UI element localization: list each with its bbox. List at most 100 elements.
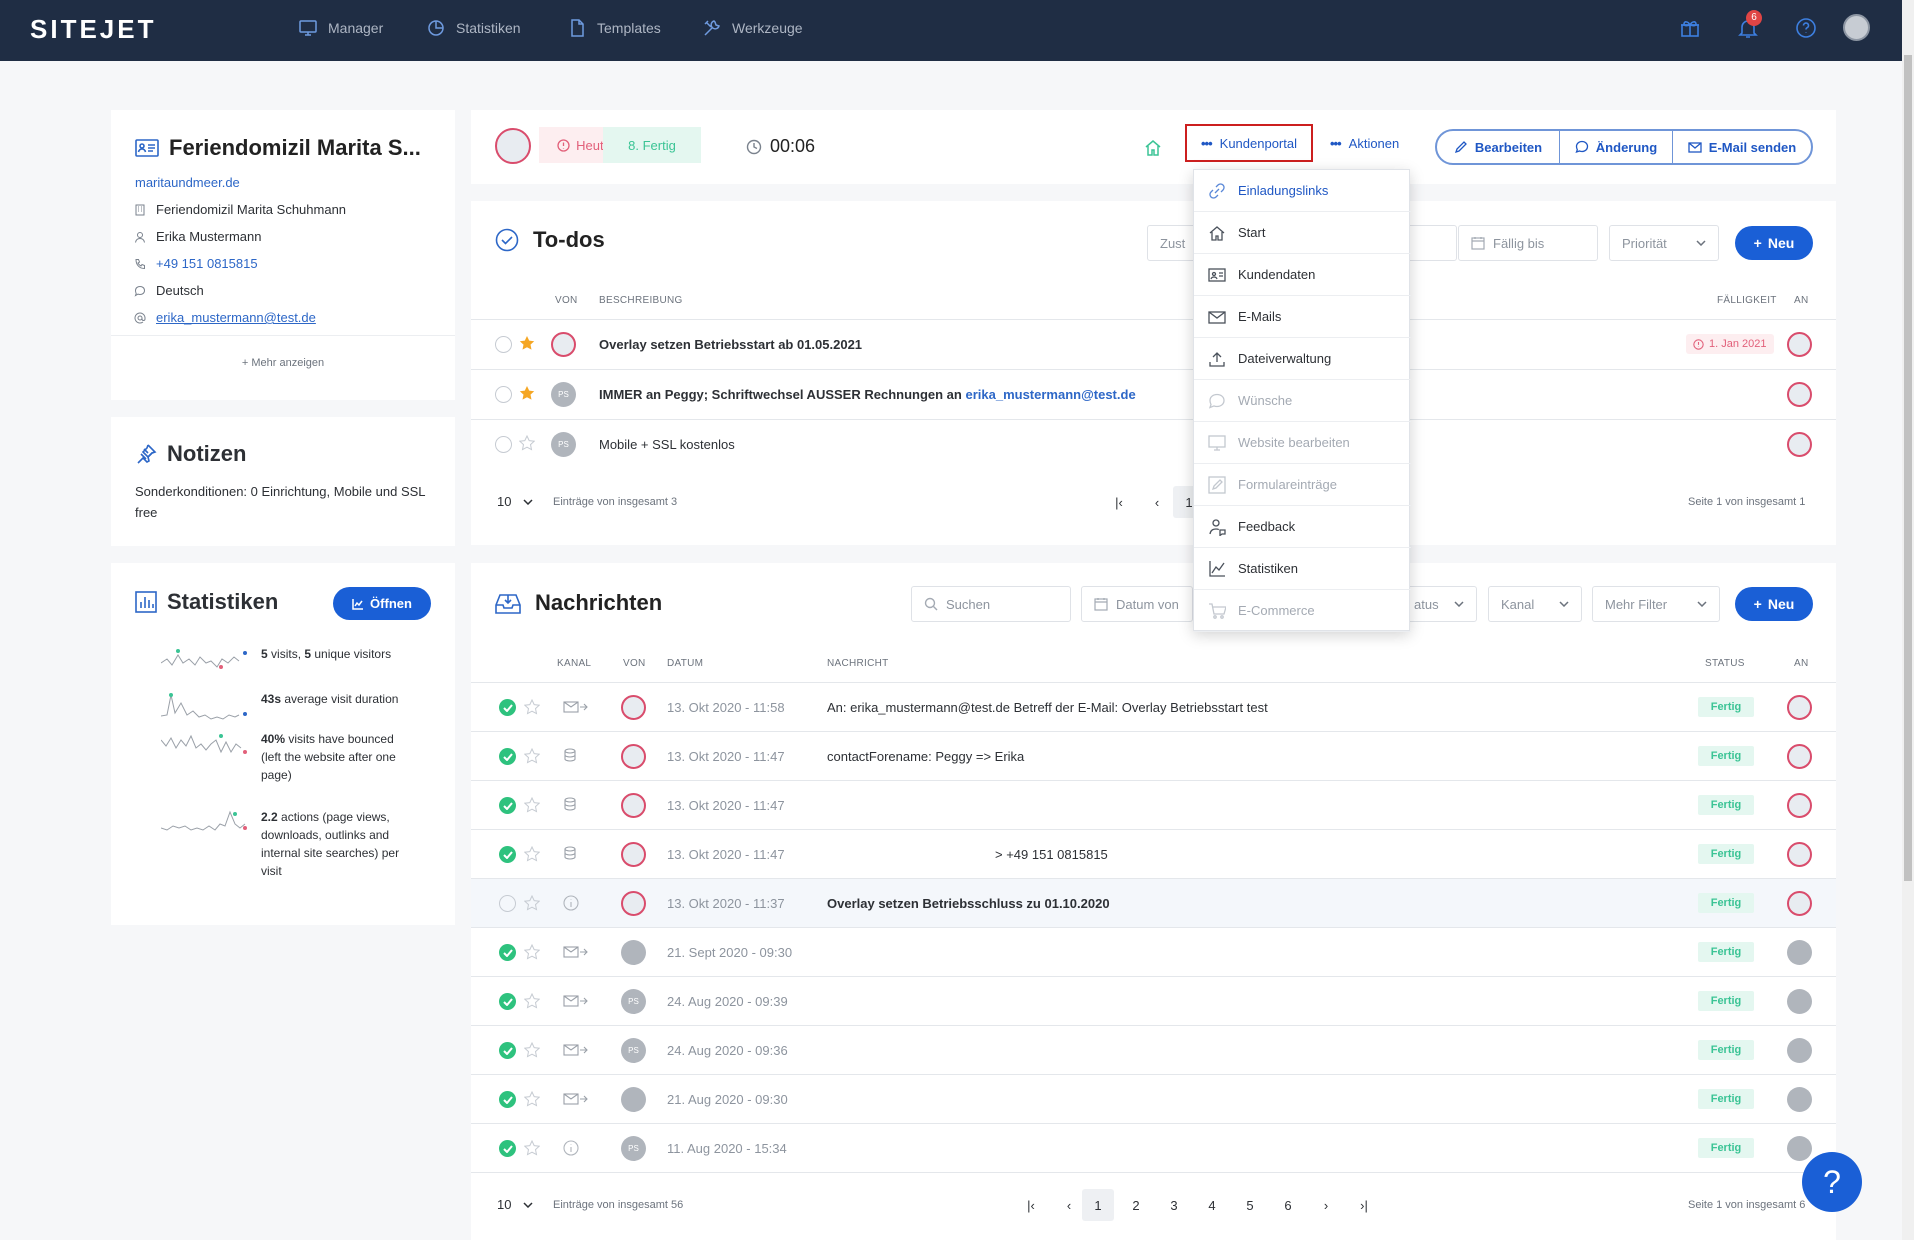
page-button[interactable]: 1	[1082, 1189, 1114, 1221]
nav-statistiken[interactable]: Statistiken	[426, 18, 521, 38]
check-done-icon[interactable]	[499, 1140, 516, 1157]
message-row[interactable]: 13. Okt 2020 - 11:47 > +49 151 0815815 Fer…	[471, 830, 1836, 879]
todo-description[interactable]: Overlay setzen Betriebsstart ab 01.05.20…	[599, 337, 862, 352]
prev-page-button[interactable]: ‹	[1053, 1189, 1085, 1221]
more-filters[interactable]: Mehr Filter	[1592, 586, 1720, 622]
status-badge[interactable]: Fertig	[1698, 795, 1754, 815]
dropdown-item-website-bearbeiten[interactable]: Website bearbeiten	[1194, 422, 1411, 464]
star-filled-icon[interactable]	[519, 385, 535, 401]
from-avatar-initials[interactable]: PS	[551, 432, 576, 457]
from-avatar-initials[interactable]: PS	[621, 989, 646, 1014]
customer-portal-button[interactable]: ••• Kundenportal	[1185, 124, 1313, 162]
star-outline-icon[interactable]	[524, 797, 540, 813]
message-row[interactable]: 13. Okt 2020 - 11:58 An: erika_mustermann…	[471, 683, 1836, 732]
todo-row[interactable]: PS Mobile + SSL kostenlos	[471, 420, 1836, 469]
due-filter[interactable]: Fällig bis	[1458, 225, 1598, 261]
message-row[interactable]: 13. Okt 2020 - 11:47 contactForename: Peg…	[471, 732, 1836, 781]
nav-templates[interactable]: Templates	[567, 18, 661, 38]
star-outline-icon[interactable]	[524, 748, 540, 764]
todo-description[interactable]: Mobile + SSL kostenlos	[599, 437, 735, 452]
to-avatar[interactable]	[1787, 432, 1812, 457]
star-outline-icon[interactable]	[519, 435, 535, 451]
dropdown-item-e-commerce[interactable]: E-Commerce	[1194, 590, 1411, 632]
star-outline-icon[interactable]	[524, 846, 540, 862]
status-badge[interactable]: Fertig	[1698, 1040, 1754, 1060]
dropdown-item-dateiverwaltung[interactable]: Dateiverwaltung	[1194, 338, 1411, 380]
page-button[interactable]: 4	[1196, 1189, 1228, 1221]
message-row[interactable]: 13. Okt 2020 - 11:47 Fertig	[471, 781, 1836, 830]
star-outline-icon[interactable]	[524, 1042, 540, 1058]
from-avatar[interactable]	[621, 1087, 646, 1112]
star-outline-icon[interactable]	[524, 1091, 540, 1107]
actions-button[interactable]: ••• Aktionen	[1330, 136, 1399, 151]
star-outline-icon[interactable]	[524, 699, 540, 715]
gift-icon[interactable]	[1678, 16, 1702, 40]
dropdown-item-einladungslinks[interactable]: Einladungslinks	[1194, 170, 1411, 212]
to-avatar[interactable]	[1787, 940, 1812, 965]
status-filter[interactable]: atus	[1407, 586, 1477, 622]
first-page-button[interactable]: |‹	[1015, 1189, 1047, 1221]
from-avatar[interactable]	[621, 793, 646, 818]
todo-checkbox[interactable]	[495, 436, 512, 453]
check-done-icon[interactable]	[499, 797, 516, 814]
message-row[interactable]: PS 11. Aug 2020 - 15:34 Fertig	[471, 1124, 1836, 1173]
dropdown-item-e-mails[interactable]: E-Mails	[1194, 296, 1411, 338]
todo-row[interactable]: PS IMMER an Peggy; Schriftwechsel AUSSER…	[471, 370, 1836, 419]
to-avatar[interactable]	[1787, 695, 1812, 720]
dropdown-item-start[interactable]: Start	[1194, 212, 1411, 254]
message-search-input[interactable]: Suchen	[911, 586, 1071, 622]
message-row[interactable]: 21. Aug 2020 - 09:30 Fertig	[471, 1075, 1836, 1124]
phase-badge[interactable]: 8. Fertig	[603, 127, 701, 163]
page-button[interactable]: 2	[1120, 1189, 1152, 1221]
from-avatar[interactable]	[551, 332, 576, 357]
message-row[interactable]: PS 24. Aug 2020 - 09:39 Fertig	[471, 977, 1836, 1026]
help-icon[interactable]	[1794, 16, 1818, 40]
to-avatar[interactable]	[1787, 891, 1812, 916]
check-done-icon[interactable]	[499, 993, 516, 1010]
to-avatar[interactable]	[1787, 382, 1812, 407]
status-badge[interactable]: Fertig	[1698, 991, 1754, 1011]
filter-box-hidden[interactable]	[1407, 225, 1457, 261]
next-page-button[interactable]: ›	[1310, 1189, 1342, 1221]
from-avatar[interactable]	[621, 940, 646, 965]
from-avatar[interactable]	[621, 891, 646, 916]
from-avatar-initials[interactable]: PS	[621, 1038, 646, 1063]
todo-checkbox[interactable]	[495, 336, 512, 353]
new-todo-button[interactable]: + Neu	[1735, 226, 1813, 260]
star-outline-icon[interactable]	[524, 944, 540, 960]
todo-email-link[interactable]: erika_mustermann@test.de	[965, 387, 1135, 402]
channel-filter[interactable]: Kanal	[1488, 586, 1582, 622]
priority-filter[interactable]: Priorität	[1609, 225, 1719, 261]
dropdown-item-kundendaten[interactable]: Kundendaten	[1194, 254, 1411, 296]
help-chat-button[interactable]: ?	[1802, 1152, 1862, 1212]
edit-button[interactable]: Bearbeiten	[1437, 131, 1560, 163]
check-done-icon[interactable]	[499, 1042, 516, 1059]
check-done-icon[interactable]	[499, 846, 516, 863]
star-filled-icon[interactable]	[519, 335, 535, 351]
message-text[interactable]: Overlay setzen Betriebsschluss zu 01.10.…	[827, 896, 1110, 911]
todo-description[interactable]: IMMER an Peggy; Schriftwechsel AUSSER Re…	[599, 387, 1136, 402]
message-text[interactable]: contactForename: Peggy => Erika	[827, 749, 1024, 764]
change-button[interactable]: Änderung	[1560, 131, 1673, 163]
message-row[interactable]: 13. Okt 2020 - 11:37 Overlay setzen Betri…	[471, 879, 1836, 928]
status-badge[interactable]: Fertig	[1698, 746, 1754, 766]
to-avatar[interactable]	[1787, 989, 1812, 1014]
check-done-icon[interactable]	[499, 944, 516, 961]
prev-page-button[interactable]: ‹	[1141, 486, 1173, 518]
status-badge[interactable]: Fertig	[1698, 1138, 1754, 1158]
message-text[interactable]: > +49 151 0815815	[995, 847, 1108, 862]
status-badge[interactable]: Fertig	[1698, 942, 1754, 962]
status-badge[interactable]: Fertig	[1698, 697, 1754, 717]
from-avatar[interactable]	[621, 842, 646, 867]
page-button[interactable]: 3	[1158, 1189, 1190, 1221]
contact-phone[interactable]: +49 151 0815815	[156, 256, 258, 271]
todos-page-size[interactable]: 10	[497, 494, 533, 509]
show-more-link[interactable]: + Mehr anzeigen	[111, 357, 455, 369]
home-icon[interactable]	[1143, 138, 1163, 158]
nav-manager[interactable]: Manager	[298, 18, 383, 38]
first-page-button[interactable]: |‹	[1103, 486, 1135, 518]
timer[interactable]: 00:06	[746, 136, 815, 157]
from-avatar[interactable]	[621, 695, 646, 720]
contact-email[interactable]: erika_mustermann@test.de	[156, 310, 316, 325]
to-avatar[interactable]	[1787, 1038, 1812, 1063]
